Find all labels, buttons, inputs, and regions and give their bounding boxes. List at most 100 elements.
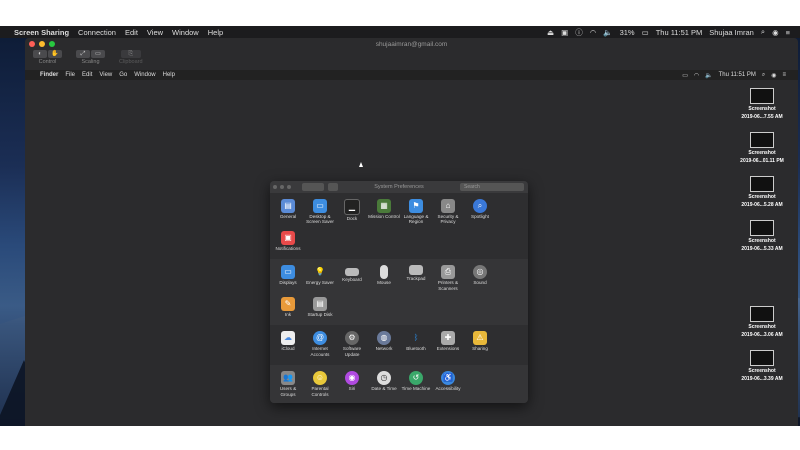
- remote-menu-go[interactable]: Go: [119, 72, 127, 78]
- cloud-icon: ☁: [281, 331, 295, 346]
- file-date: 2019-06...3.06 AM: [741, 332, 783, 338]
- notifications-icon: ▣: [281, 230, 295, 245]
- menu-window[interactable]: Window: [172, 28, 199, 37]
- remote-menu-edit[interactable]: Edit: [82, 72, 92, 78]
- remote-display-icon[interactable]: ▭: [682, 72, 688, 79]
- remote-wifi-icon[interactable]: ◠: [694, 72, 699, 79]
- pref-bluetooth[interactable]: ᛒ Bluetooth: [400, 329, 432, 357]
- control-hand-icon[interactable]: ✋: [48, 50, 62, 58]
- pref-extensions[interactable]: ✚ Extensions: [432, 329, 464, 357]
- prefs-search-field[interactable]: Search: [460, 183, 524, 191]
- pref-parental[interactable]: ☺ Parental Controls: [304, 369, 336, 397]
- host-menubar: Screen Sharing Connection Edit View Wind…: [0, 26, 800, 38]
- wifi-icon[interactable]: ◠: [590, 28, 597, 37]
- desktop-file[interactable]: Screenshot 2019-06...3.39 AM: [732, 350, 792, 382]
- search-icon[interactable]: ⌕: [761, 27, 765, 37]
- dock-icon: ▁: [344, 199, 360, 215]
- clock[interactable]: Thu 11:51 PM: [656, 28, 703, 37]
- pref-siri[interactable]: ◉ Siri: [336, 369, 368, 397]
- upload-icon[interactable]: ⏏: [547, 28, 554, 37]
- observe-icon[interactable]: ◐: [33, 50, 47, 58]
- bluetooth-icon: ᛒ: [413, 333, 419, 343]
- scale-full-icon[interactable]: ▭: [91, 50, 105, 58]
- scale-fit-icon[interactable]: ⤢: [76, 50, 90, 58]
- speaker-icon: ◎: [473, 265, 487, 280]
- pref-language[interactable]: ⚑ Language & Region: [400, 197, 432, 225]
- desktop-file[interactable]: Screenshot 2019-06...3.06 AM: [732, 306, 792, 338]
- desktop-file[interactable]: Screenshot 2019-06...7.55 AM: [732, 88, 792, 120]
- flag-icon: ⚑: [409, 199, 423, 213]
- pref-date-time[interactable]: ◷ Date & Time: [368, 369, 400, 397]
- remote-menu-help[interactable]: Help: [163, 72, 175, 78]
- control-group: ◐ ✋ Control: [33, 50, 62, 65]
- battery-icon[interactable]: ▭: [642, 28, 649, 37]
- pref-ink[interactable]: ✎ Ink: [272, 295, 304, 317]
- user-name[interactable]: Shujaa Imran: [709, 28, 754, 37]
- pref-security[interactable]: ⌂ Security & Privacy: [432, 197, 464, 225]
- pref-mission-control[interactable]: ▦ Mission Control: [368, 197, 400, 225]
- pref-sharing[interactable]: ⚠ Sharing: [464, 329, 496, 357]
- clipboard-icon[interactable]: ⎘: [120, 50, 141, 58]
- pref-internet-accounts[interactable]: @ Internet Accounts: [304, 329, 336, 357]
- file-date: 2019-06...3.39 AM: [741, 376, 783, 382]
- menu-edit[interactable]: Edit: [125, 28, 138, 37]
- screenshot-thumbnail-icon: [750, 132, 774, 148]
- file-name: Screenshot: [748, 150, 776, 156]
- system-preferences-window: System Preferences Search ▤ General ▭ Desk…: [270, 181, 528, 403]
- prefs-section-system: 👥 Users & Groups ☺ Parental Controls ◉ Siri…: [270, 365, 528, 403]
- remote-siri-icon[interactable]: ◉: [771, 72, 776, 79]
- prefs-section-hardware: ▭ Displays 💡 Energy Saver Keyboard Mouse T…: [270, 259, 528, 326]
- clipboard-label: Clipboard: [119, 59, 143, 65]
- pref-trackpad[interactable]: Trackpad: [400, 263, 432, 291]
- pref-icloud[interactable]: ☁ iCloud: [272, 329, 304, 357]
- remote-volume-icon[interactable]: 🔈: [705, 72, 712, 79]
- pref-dock[interactable]: ▁ Dock: [336, 197, 368, 225]
- prefs-titlebar[interactable]: System Preferences Search: [270, 181, 528, 193]
- window-titlebar[interactable]: shujaaimran@gmail.com: [25, 38, 798, 50]
- pref-accessibility[interactable]: ♿ Accessibility: [432, 369, 464, 397]
- screenshot-thumbnail-icon: [750, 220, 774, 236]
- pref-desktop[interactable]: ▭ Desktop & Screen Saver: [304, 197, 336, 225]
- remote-screen[interactable]: Finder File Edit View Go Window Help ▭ ◠…: [25, 70, 798, 426]
- pref-energy[interactable]: 💡 Energy Saver: [304, 263, 336, 291]
- pref-network[interactable]: ◍ Network: [368, 329, 400, 357]
- pref-mouse[interactable]: Mouse: [368, 263, 400, 291]
- remote-menu-window[interactable]: Window: [134, 72, 155, 78]
- pref-printers[interactable]: ⎙ Printers & Scanners: [432, 263, 464, 291]
- remote-app-menu[interactable]: Finder: [40, 72, 58, 78]
- info-icon[interactable]: ⓘ: [575, 27, 583, 38]
- control-center-icon[interactable]: ≡: [786, 28, 790, 37]
- remote-menu-file[interactable]: File: [65, 72, 75, 78]
- remote-status-area: ▭ ◠ 🔈 Thu 11:51 PM ⌕ ◉ ≡: [682, 72, 798, 79]
- pref-general[interactable]: ▤ General: [272, 197, 304, 225]
- pref-notifications[interactable]: ▣ Notifications: [272, 229, 304, 251]
- app-menu[interactable]: Screen Sharing: [14, 28, 69, 37]
- prefs-section-personal: ▤ General ▭ Desktop & Screen Saver ▁ Dock ▦…: [270, 193, 528, 259]
- mission-control-icon: ▦: [377, 199, 391, 213]
- screenshot-thumbnail-icon: [750, 88, 774, 104]
- pref-startup-disk[interactable]: ▤ Startup Disk: [304, 295, 336, 317]
- menu-help[interactable]: Help: [208, 28, 223, 37]
- remote-clock[interactable]: Thu 11:51 PM: [719, 72, 756, 78]
- siri-menubar-icon[interactable]: ◉: [772, 28, 779, 37]
- menu-connection[interactable]: Connection: [78, 28, 116, 37]
- remote-search-icon[interactable]: ⌕: [762, 72, 765, 79]
- desktop-icon: ▭: [313, 199, 327, 213]
- remote-control-icon[interactable]: ≡: [782, 72, 786, 78]
- pref-displays[interactable]: ▭ Displays: [272, 263, 304, 291]
- general-icon: ▤: [281, 199, 295, 213]
- pref-keyboard[interactable]: Keyboard: [336, 263, 368, 291]
- desktop-file[interactable]: Screenshot 2019-06...5.33 AM: [732, 220, 792, 252]
- desktop-file[interactable]: Screenshot 2019-06...01.11 PM: [732, 132, 792, 164]
- pref-sound[interactable]: ◎ Sound: [464, 263, 496, 291]
- sharing-icon: ⚠: [473, 331, 487, 346]
- desktop-file[interactable]: Screenshot 2019-06...5.28 AM: [732, 176, 792, 208]
- menu-view[interactable]: View: [147, 28, 163, 37]
- volume-icon[interactable]: 🔈: [603, 28, 612, 37]
- pref-software-update[interactable]: ⚙ Software Update: [336, 329, 368, 357]
- pref-time-machine[interactable]: ↺ Time Machine: [400, 369, 432, 397]
- pref-spotlight[interactable]: ⌕ Spotlight: [464, 197, 496, 225]
- pref-users[interactable]: 👥 Users & Groups: [272, 369, 304, 397]
- screen-share-icon[interactable]: ▣: [561, 28, 568, 37]
- remote-menu-view[interactable]: View: [99, 72, 112, 78]
